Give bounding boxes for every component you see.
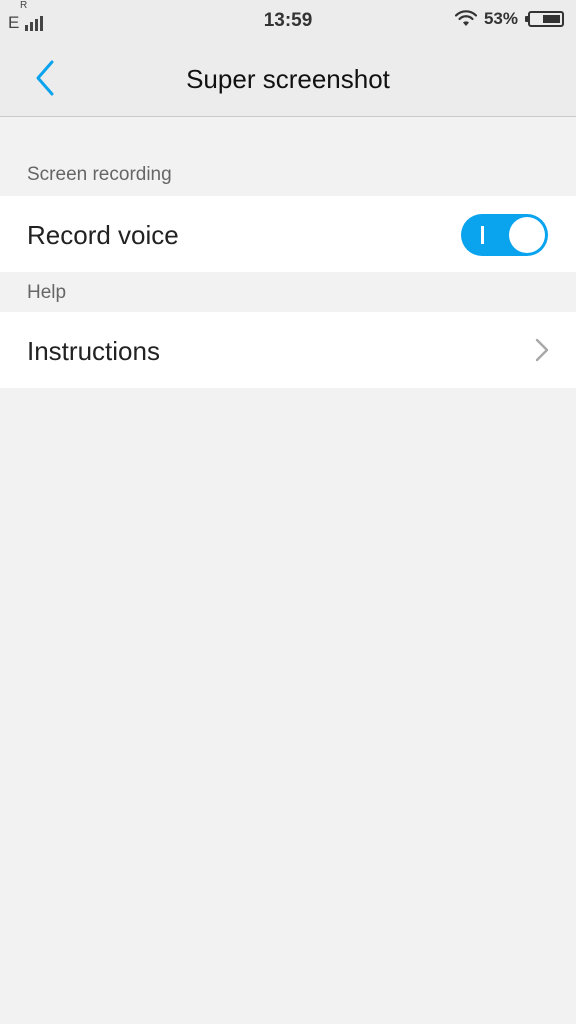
record-voice-toggle[interactable] xyxy=(461,214,548,256)
record-voice-row[interactable]: Record voice xyxy=(0,196,576,272)
instructions-row[interactable]: Instructions xyxy=(0,312,576,388)
chevron-right-icon xyxy=(534,338,550,362)
instructions-label: Instructions xyxy=(27,336,160,366)
battery-level-fill xyxy=(543,15,560,23)
page-title: Super screenshot xyxy=(186,64,390,94)
wifi-icon xyxy=(454,10,478,28)
status-right-group: 53% xyxy=(454,9,564,29)
toggle-on-mark xyxy=(481,226,484,244)
battery-icon xyxy=(525,11,564,27)
section-header-screen-recording: Screen recording xyxy=(27,164,172,185)
status-bar: E R 13:59 53% xyxy=(0,0,576,40)
title-bar: Super screenshot xyxy=(0,40,576,117)
section-header-help: Help xyxy=(27,282,67,303)
toggle-knob xyxy=(509,217,545,253)
battery-percent: 53% xyxy=(483,9,518,28)
record-voice-label: Record voice xyxy=(27,220,179,250)
